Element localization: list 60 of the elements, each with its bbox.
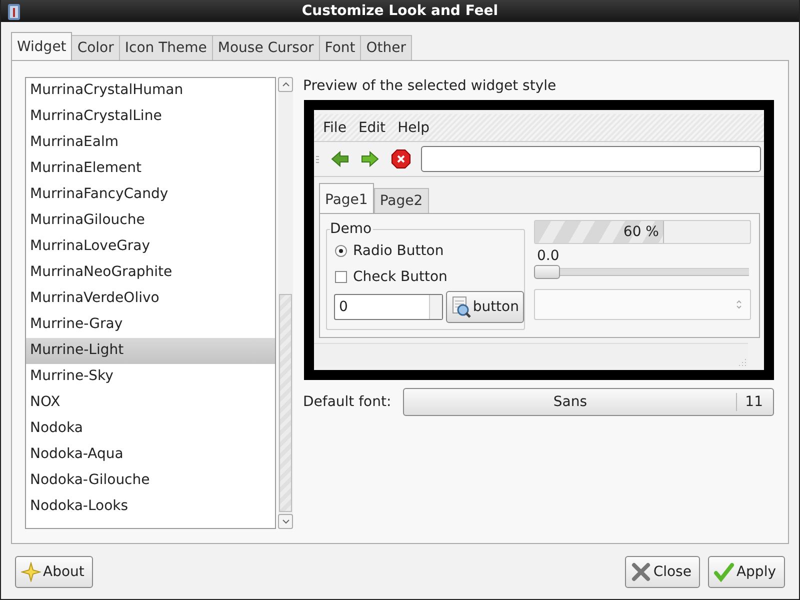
- radio-button[interactable]: [335, 245, 347, 257]
- list-item[interactable]: Nodoka-Aqua: [26, 442, 275, 468]
- stop-icon[interactable]: [391, 149, 411, 169]
- close-button[interactable]: Close: [625, 556, 700, 588]
- search-icon: [450, 296, 471, 318]
- apply-button[interactable]: Apply: [708, 556, 785, 588]
- check-icon: [714, 562, 734, 582]
- app-icon: [7, 2, 21, 20]
- list-item[interactable]: Nodoka-Looks: [26, 494, 275, 520]
- list-item[interactable]: MurrinaVerdeOlivo: [26, 286, 275, 312]
- scroll-down-button[interactable]: [278, 514, 293, 529]
- tab[interactable]: Widget: [11, 32, 72, 60]
- preview-label: Preview of the selected widget style: [303, 77, 558, 95]
- progress-reading: 60 %: [623, 223, 660, 242]
- updown-icon: [736, 300, 742, 309]
- menu-item[interactable]: Help: [392, 120, 436, 136]
- spin-field[interactable]: 0: [334, 294, 443, 320]
- font-label: Default font:: [302, 394, 392, 410]
- star-icon: [21, 562, 41, 582]
- list-item[interactable]: Murrine-Gray: [26, 312, 275, 338]
- font-button[interactable]: Sans 11: [403, 388, 774, 416]
- slider-value: 0.0: [537, 247, 560, 265]
- list-item[interactable]: MurrinaEalm: [26, 130, 275, 156]
- caret-up-icon: [282, 81, 290, 88]
- list-item[interactable]: Nodoka: [26, 416, 275, 442]
- menu-item[interactable]: File: [317, 120, 352, 136]
- list-item[interactable]: MurrinaCrystalHuman: [26, 78, 275, 104]
- slider-thumb[interactable]: [534, 265, 560, 279]
- tab[interactable]: Color: [71, 35, 120, 60]
- address-field[interactable]: [421, 146, 761, 172]
- list-item[interactable]: MurrinaGilouche: [26, 208, 275, 234]
- list-item[interactable]: MurrinaElement: [26, 156, 275, 182]
- forward-arrow-icon[interactable]: [361, 150, 379, 168]
- list-item[interactable]: MurrinaCrystalLine: [26, 104, 275, 130]
- list-item[interactable]: MurrinaFancyCandy: [26, 182, 275, 208]
- list-item[interactable]: NOX: [26, 390, 275, 416]
- tab[interactable]: Icon Theme: [118, 35, 213, 60]
- checkbox-label: Check Button: [353, 269, 448, 285]
- list-item[interactable]: MurrinaLoveGray: [26, 234, 275, 260]
- list-item[interactable]: Murrine-Light: [26, 338, 275, 364]
- tab[interactable]: Page1: [319, 183, 374, 213]
- list-item[interactable]: Murrine-Sky: [26, 364, 275, 390]
- tab[interactable]: Font: [318, 35, 362, 60]
- list-item[interactable]: Nodoka-Gilouche: [26, 468, 275, 494]
- checkbox[interactable]: [335, 271, 347, 283]
- grip-icon: [316, 156, 319, 162]
- scroll-up-button[interactable]: [278, 77, 293, 92]
- list-item[interactable]: MurrinaNeoGraphite: [26, 260, 275, 286]
- back-arrow-icon[interactable]: [331, 150, 349, 168]
- search-button[interactable]: button: [446, 291, 524, 323]
- scrollbar-thumb[interactable]: [279, 294, 292, 512]
- about-button[interactable]: About: [15, 556, 94, 588]
- close-icon: [631, 562, 652, 582]
- window-title: Customize Look and Feel: [302, 3, 498, 19]
- tab[interactable]: Other: [360, 35, 412, 60]
- caret-down-icon: [282, 518, 290, 525]
- tab[interactable]: Page2: [374, 188, 429, 213]
- menu-item[interactable]: Edit: [352, 120, 392, 136]
- tab[interactable]: Mouse Cursor: [212, 35, 320, 60]
- radio-label: Radio Button: [353, 243, 444, 259]
